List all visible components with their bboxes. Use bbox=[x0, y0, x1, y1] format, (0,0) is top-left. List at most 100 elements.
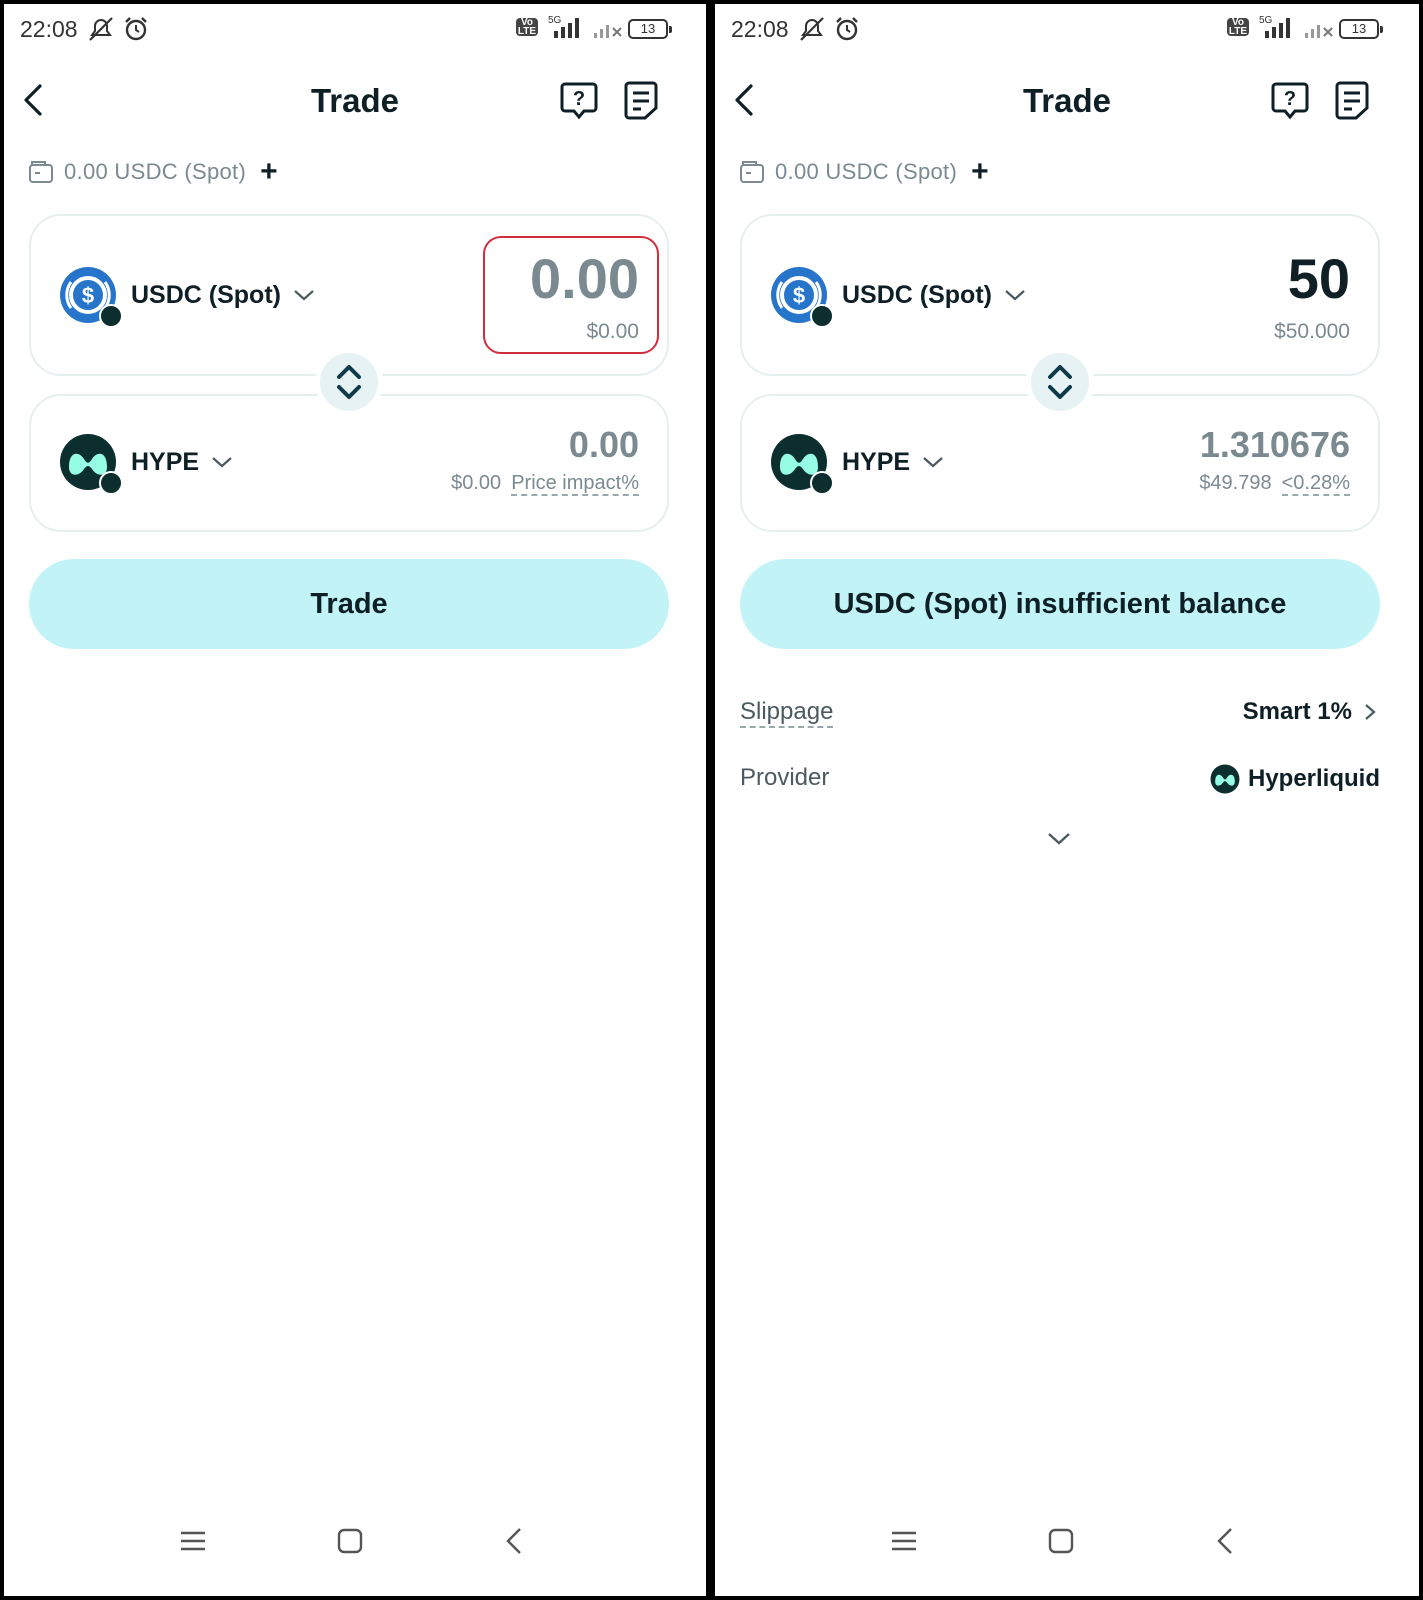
help-icon[interactable]: ? bbox=[1268, 78, 1312, 122]
to-token-name: HYPE bbox=[842, 447, 911, 476]
from-token-name: USDC (Spot) bbox=[842, 280, 992, 309]
orders-icon[interactable] bbox=[1332, 78, 1372, 122]
swap-direction-button[interactable] bbox=[315, 348, 383, 416]
signal-5g-icon: 5G bbox=[548, 15, 579, 38]
provider-label: Provider bbox=[740, 764, 830, 791]
back-arrow-icon[interactable] bbox=[20, 82, 50, 118]
from-amount[interactable]: 50 $50.000 bbox=[1274, 246, 1350, 344]
swap-direction-icon bbox=[1048, 365, 1072, 399]
balance-text: 0.00 USDC (Spot) bbox=[775, 159, 958, 184]
chevron-right-icon bbox=[1365, 704, 1376, 720]
hyperliquid-logo-icon bbox=[1210, 764, 1240, 794]
mute-icon bbox=[89, 17, 113, 41]
mute-icon bbox=[800, 17, 824, 41]
to-amount: 0.00 $0.00 Price impact% bbox=[451, 424, 639, 496]
from-token-selector[interactable]: $ USDC (Spot) bbox=[770, 266, 1026, 328]
orders-icon[interactable] bbox=[621, 78, 661, 122]
header: Trade ? bbox=[715, 64, 1419, 134]
slippage-value-wrap[interactable]: Smart 1% bbox=[1243, 698, 1380, 726]
balance-row: 0.00 USDC (Spot) + bbox=[28, 154, 278, 190]
to-amount: 1.310676 $49.798 <0.28% bbox=[1199, 424, 1350, 496]
alarm-icon bbox=[125, 17, 147, 41]
insufficient-balance-button[interactable]: USDC (Spot) insufficient balance bbox=[740, 559, 1380, 649]
chevron-down-icon bbox=[294, 290, 314, 301]
to-token-selector[interactable]: HYPE bbox=[770, 433, 944, 495]
from-amount-input[interactable]: 50 bbox=[1274, 246, 1350, 312]
alarm-icon bbox=[836, 17, 858, 41]
home-icon[interactable] bbox=[1046, 1526, 1076, 1556]
battery-indicator: 13 bbox=[628, 19, 672, 39]
hyperliquid-badge-icon bbox=[810, 471, 834, 495]
status-bar: 22:08 Vo LTE 5G 13 bbox=[4, 4, 706, 54]
to-amount-sub: $49.798 <0.28% bbox=[1199, 472, 1350, 496]
to-amount-value: 1.310676 bbox=[1199, 424, 1350, 465]
to-amount-usd: $49.798 bbox=[1199, 472, 1272, 494]
signal-no-service-icon bbox=[1305, 25, 1333, 38]
system-back-icon[interactable] bbox=[1211, 1526, 1241, 1556]
home-icon[interactable] bbox=[335, 1526, 365, 1556]
to-amount-value: 0.00 bbox=[568, 424, 639, 465]
wallet-icon bbox=[740, 161, 764, 183]
price-impact-link[interactable]: Price impact% bbox=[511, 472, 639, 496]
svg-text:$: $ bbox=[793, 283, 805, 308]
system-back-icon[interactable] bbox=[500, 1526, 530, 1556]
svg-text:?: ? bbox=[573, 88, 585, 110]
signal-no-service-icon bbox=[594, 25, 622, 38]
slippage-label[interactable]: Slippage bbox=[740, 698, 834, 728]
svg-text:$: $ bbox=[82, 283, 94, 308]
balance-row: 0.00 USDC (Spot) + bbox=[739, 154, 989, 190]
trade-screen-filled: 22:08 Vo LTE 5G 13 Trade ? 0.00 USDC (Spo… bbox=[715, 4, 1419, 1596]
provider-value-wrap: Hyperliquid bbox=[1210, 764, 1380, 794]
wallet-icon bbox=[29, 161, 53, 183]
provider-value: Hyperliquid bbox=[1247, 765, 1380, 792]
system-nav-bar bbox=[4, 1506, 706, 1596]
svg-text:5G: 5G bbox=[1259, 15, 1273, 26]
from-amount-usd: $50.000 bbox=[1274, 320, 1350, 343]
volte-icon: Vo LTE bbox=[1227, 17, 1249, 37]
add-funds-button[interactable]: + bbox=[971, 157, 989, 187]
to-amount-usd: $0.00 bbox=[451, 472, 502, 494]
hype-logo-icon bbox=[59, 433, 123, 495]
back-arrow-icon[interactable] bbox=[731, 82, 761, 118]
system-nav-bar bbox=[715, 1506, 1419, 1596]
swap-direction-icon bbox=[337, 365, 361, 399]
to-token-selector[interactable]: HYPE bbox=[59, 433, 233, 495]
svg-text:?: ? bbox=[1284, 88, 1296, 110]
trade-screen-empty: 22:08 Vo LTE 5G 13 Trade ? 0.00 USDC (Spo… bbox=[4, 4, 706, 1596]
to-amount-sub: $0.00 Price impact% bbox=[451, 472, 639, 496]
highlight-annotation bbox=[483, 236, 659, 354]
chevron-down-icon bbox=[923, 457, 943, 468]
hyperliquid-badge-icon bbox=[810, 304, 834, 328]
expand-details-icon[interactable] bbox=[1046, 830, 1072, 848]
hyperliquid-badge-icon bbox=[99, 304, 123, 328]
status-time: 22:08 bbox=[20, 16, 78, 42]
signal-5g-icon: 5G bbox=[1259, 15, 1290, 38]
status-bar: 22:08 Vo LTE 5G 13 bbox=[715, 4, 1419, 54]
recent-apps-icon[interactable] bbox=[889, 1526, 919, 1556]
hype-logo-icon bbox=[770, 433, 834, 495]
header: Trade ? bbox=[4, 64, 706, 134]
recent-apps-icon[interactable] bbox=[178, 1526, 208, 1556]
provider-row: Provider Hyperliquid bbox=[740, 758, 1380, 798]
balance-text: 0.00 USDC (Spot) bbox=[64, 159, 247, 184]
volte-icon: Vo LTE bbox=[516, 17, 538, 37]
page-title: Trade bbox=[1022, 82, 1112, 119]
from-token-name: USDC (Spot) bbox=[131, 280, 281, 309]
trade-button[interactable]: Trade bbox=[29, 559, 669, 649]
help-icon[interactable]: ? bbox=[557, 78, 601, 122]
usdc-logo-icon: $ bbox=[770, 266, 834, 328]
add-funds-button[interactable]: + bbox=[260, 157, 278, 187]
usdc-logo-icon: $ bbox=[59, 266, 123, 328]
hyperliquid-badge-icon bbox=[99, 471, 123, 495]
chevron-down-icon bbox=[1005, 290, 1025, 301]
status-time: 22:08 bbox=[731, 16, 789, 42]
from-token-selector[interactable]: $ USDC (Spot) bbox=[59, 266, 315, 328]
swap-direction-button[interactable] bbox=[1026, 348, 1094, 416]
price-impact-link[interactable]: <0.28% bbox=[1281, 472, 1350, 496]
chevron-down-icon bbox=[212, 457, 232, 468]
to-token-name: HYPE bbox=[131, 447, 200, 476]
slippage-row[interactable]: Slippage Smart 1% bbox=[740, 692, 1380, 732]
svg-text:5G: 5G bbox=[548, 15, 562, 26]
slippage-value: Smart 1% bbox=[1242, 698, 1352, 725]
battery-indicator: 13 bbox=[1339, 19, 1383, 39]
